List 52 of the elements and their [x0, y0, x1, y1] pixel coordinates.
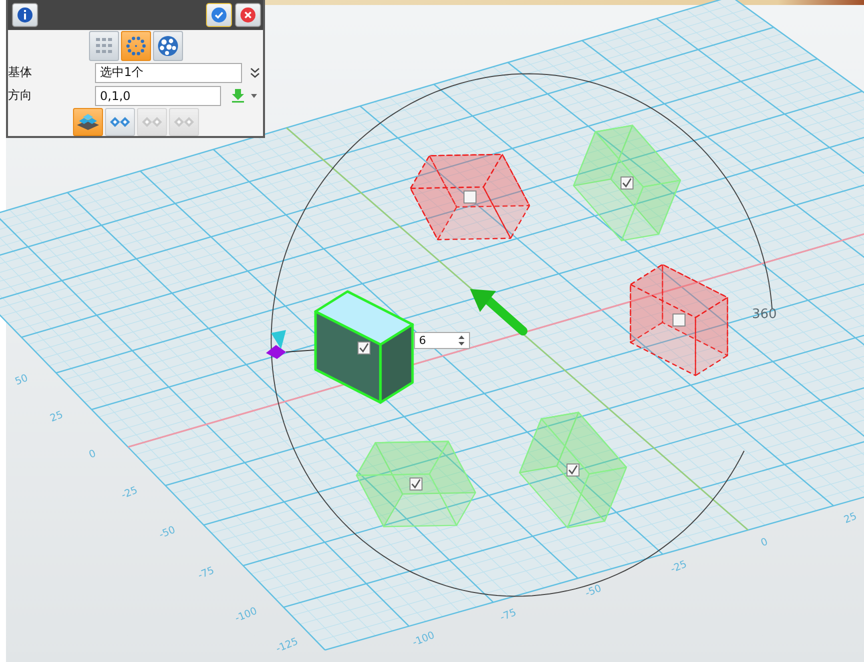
axis-label: -25 [120, 485, 140, 502]
mode-button[interactable] [152, 31, 182, 61]
cube-copy[interactable] [630, 264, 728, 376]
close-icon [240, 7, 256, 23]
caret-icon[interactable] [251, 94, 257, 98]
sphere-icon [156, 35, 178, 57]
checkbox[interactable] [566, 464, 580, 476]
axis-label: -50 [158, 524, 178, 541]
info-icon [17, 7, 33, 23]
axis-label: -50 [584, 583, 604, 600]
grid-dots-icon [94, 36, 114, 56]
axis-label: 0 [760, 536, 770, 550]
cubes-on-plate-icon [76, 112, 100, 132]
confirm-button[interactable] [206, 3, 232, 27]
number-field[interactable]: 6 [414, 332, 470, 349]
axis-label: 50 [14, 372, 30, 388]
close-button[interactable] [235, 3, 261, 27]
field-label: 基体 [8, 64, 33, 81]
axis-label: -100 [234, 606, 259, 625]
double-chevron-icon[interactable] [250, 66, 260, 78]
field-label: 方向 [8, 87, 33, 104]
checkbox[interactable] [464, 190, 476, 204]
checkbox[interactable] [672, 314, 686, 326]
option-button[interactable] [72, 108, 102, 136]
axis-label: -100 [411, 630, 436, 649]
axis-label: -25 [669, 559, 688, 576]
spinner-icon[interactable] [458, 335, 465, 346]
option-button[interactable] [104, 108, 134, 136]
axis-label: -75 [498, 607, 518, 624]
checkbox[interactable] [410, 478, 422, 490]
axis-handle-drawing[interactable] [266, 330, 286, 359]
check-icon [211, 7, 227, 23]
download-arrow-icon[interactable] [231, 88, 245, 103]
mode-button[interactable] [88, 31, 118, 61]
axis-label: -75 [196, 565, 216, 582]
diamonds-icon [172, 115, 196, 129]
axis-label: 25 [48, 410, 65, 424]
info-button[interactable] [12, 3, 38, 27]
cube-copy[interactable] [410, 154, 530, 240]
dot-circle-icon [124, 35, 146, 57]
axis-label: -125 [274, 636, 300, 656]
direction-arrow[interactable] [470, 289, 528, 336]
input-field[interactable]: 选中1个 [95, 62, 242, 82]
checkbox[interactable] [358, 342, 370, 354]
input-field[interactable]: 0,1,0 [95, 86, 221, 106]
axis-label: 0 [88, 448, 98, 461]
axis-label: 25 [842, 511, 858, 526]
diamonds-icon [108, 115, 132, 129]
checkbox[interactable] [620, 176, 634, 190]
diamonds-icon [140, 115, 164, 129]
cube[interactable] [314, 290, 414, 404]
mode-button[interactable] [120, 31, 150, 61]
